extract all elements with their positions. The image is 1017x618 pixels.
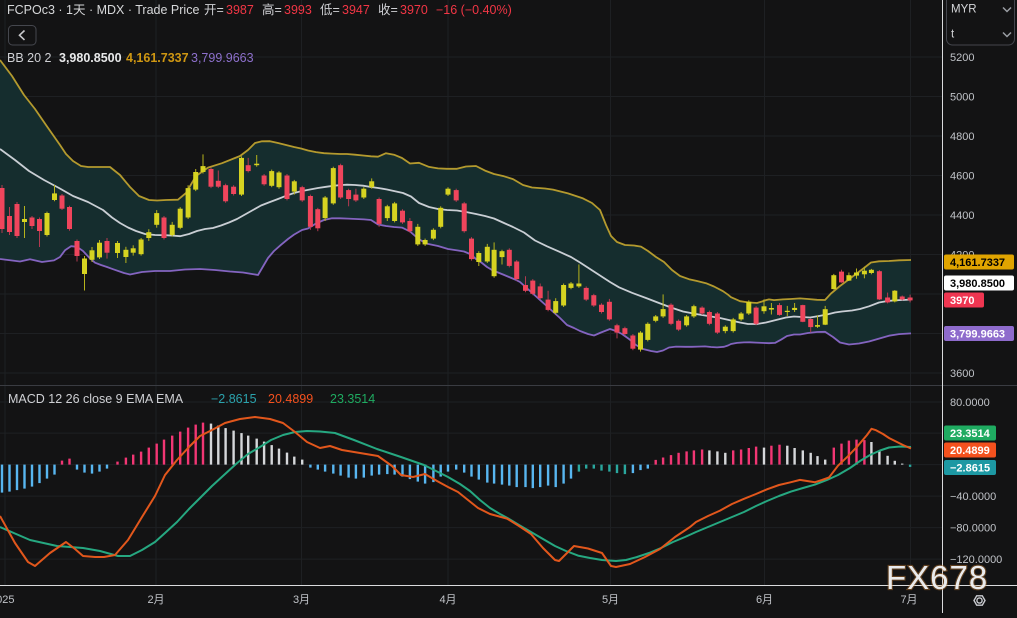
svg-text:3,980.8500: 3,980.8500 <box>59 51 122 65</box>
svg-text:收=: 收= <box>378 3 398 17</box>
svg-text:低=: 低= <box>320 3 340 17</box>
svg-text:FCPOc3 · 1天 · MDX · Trade Pric: FCPOc3 · 1天 · MDX · Trade Price <box>7 3 199 17</box>
svg-text:3月: 3月 <box>293 594 310 606</box>
svg-text:3,799.9663: 3,799.9663 <box>191 51 254 65</box>
svg-text:4800: 4800 <box>950 131 974 143</box>
svg-text:5000: 5000 <box>950 92 974 104</box>
svg-text:20.4899: 20.4899 <box>950 445 990 457</box>
svg-text:5月: 5月 <box>602 594 619 606</box>
svg-text:4,161.7337: 4,161.7337 <box>950 257 1005 269</box>
svg-text:3,799.9663: 3,799.9663 <box>950 329 1005 341</box>
svg-text:−80.0000: −80.0000 <box>950 523 996 535</box>
svg-text:−2.8615: −2.8615 <box>211 392 257 406</box>
svg-text:3993: 3993 <box>284 3 312 17</box>
svg-text:2025: 2025 <box>0 594 14 606</box>
svg-text:MACD 12 26 close 9 EMA EMA: MACD 12 26 close 9 EMA EMA <box>8 392 184 406</box>
svg-text:4月: 4月 <box>439 594 456 606</box>
svg-text:−16 (−0.40%): −16 (−0.40%) <box>436 3 512 17</box>
svg-text:−2.8615: −2.8615 <box>950 463 990 475</box>
svg-text:FX678: FX678 <box>886 559 988 596</box>
svg-text:20.4899: 20.4899 <box>268 392 313 406</box>
svg-text:6月: 6月 <box>756 594 773 606</box>
svg-text:4400: 4400 <box>950 210 974 222</box>
svg-text:3600: 3600 <box>950 368 974 380</box>
svg-text:高=: 高= <box>262 2 282 17</box>
svg-text:3987: 3987 <box>226 3 254 17</box>
svg-text:−40.0000: −40.0000 <box>950 491 996 503</box>
svg-text:2月: 2月 <box>147 594 164 606</box>
svg-text:4600: 4600 <box>950 171 974 183</box>
svg-text:MYR: MYR <box>951 4 977 16</box>
svg-text:4,161.7337: 4,161.7337 <box>126 51 189 65</box>
svg-text:3970: 3970 <box>950 295 974 307</box>
svg-text:23.3514: 23.3514 <box>950 428 991 440</box>
svg-text:开=: 开= <box>204 3 224 17</box>
svg-text:3947: 3947 <box>342 3 370 17</box>
svg-text:80.0000: 80.0000 <box>950 397 990 409</box>
svg-text:BB 20 2: BB 20 2 <box>7 51 52 65</box>
svg-text:23.3514: 23.3514 <box>330 392 375 406</box>
svg-text:5200: 5200 <box>950 52 974 64</box>
svg-text:3,980.8500: 3,980.8500 <box>950 278 1005 290</box>
svg-text:3970: 3970 <box>400 3 428 17</box>
